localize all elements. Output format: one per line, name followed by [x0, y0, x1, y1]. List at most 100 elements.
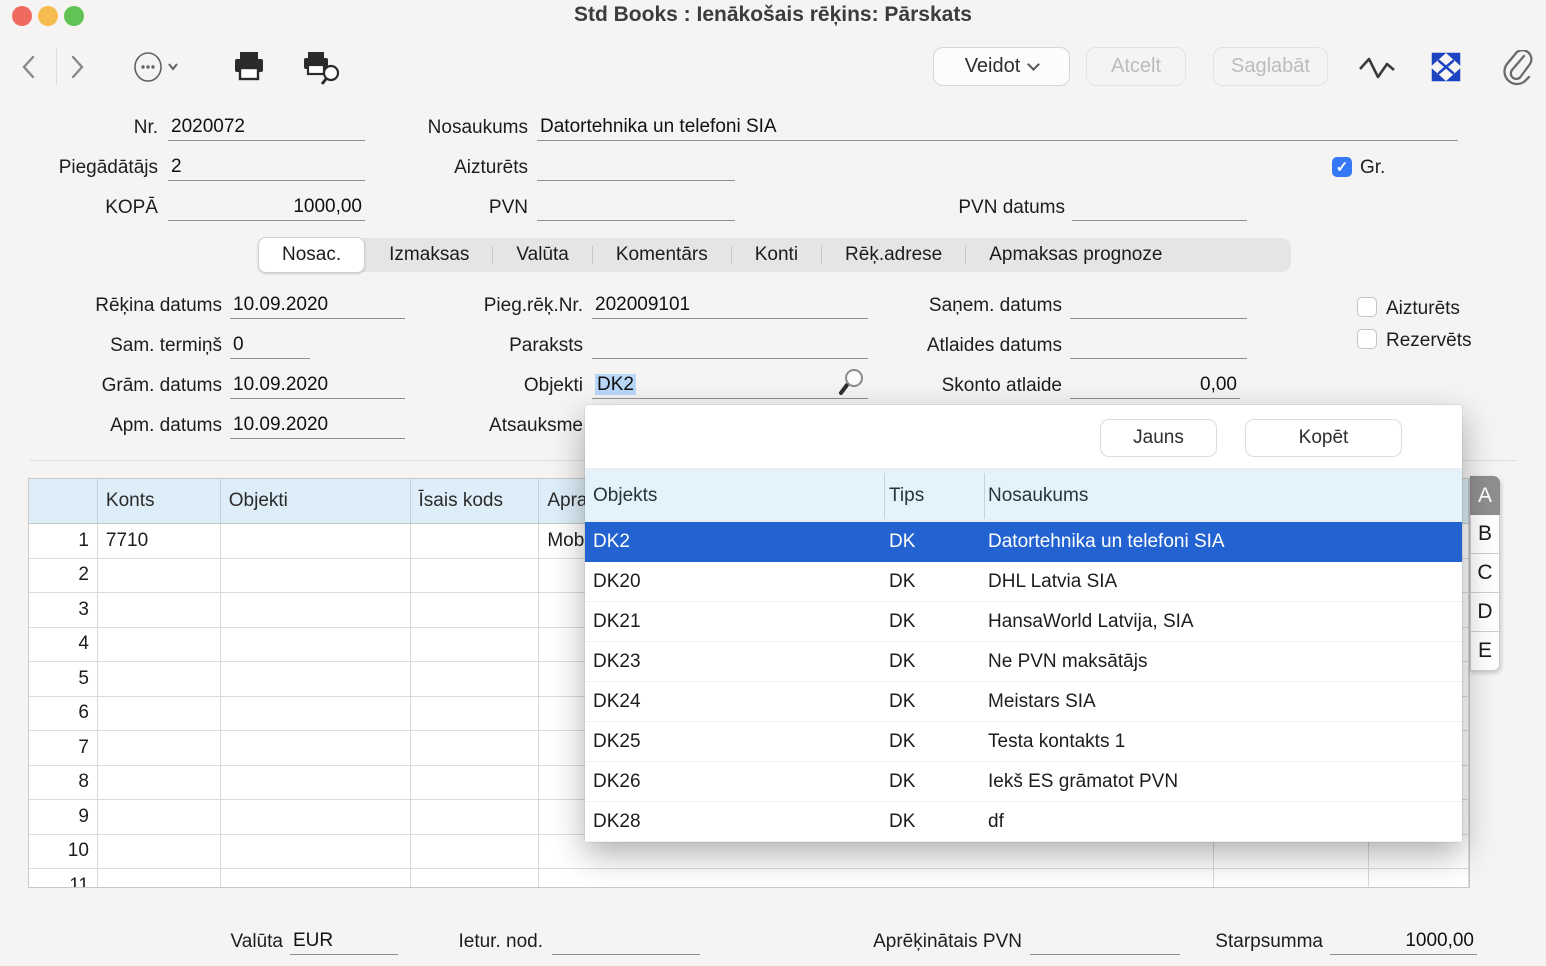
objekti-field-selected-text: DK2 — [595, 374, 636, 395]
expand-icon[interactable] — [1430, 52, 1462, 82]
popup-row-dk25[interactable]: DK25DKTesta kontakts 1 — [585, 722, 1462, 762]
row-number: 4 — [29, 628, 98, 662]
aizturets-checkbox[interactable] — [1357, 297, 1377, 317]
veidot-button[interactable]: Veidot — [933, 47, 1070, 86]
row-cell[interactable] — [221, 869, 411, 888]
sanem-datums-field[interactable] — [1070, 292, 1247, 319]
objekti-paste-special-magnifier-icon[interactable] — [838, 368, 866, 396]
grid-header-konts[interactable]: Konts — [98, 479, 221, 523]
row-cell[interactable] — [539, 869, 1214, 888]
popup-row-dk23[interactable]: DK23DKNe PVN maksātājs — [585, 642, 1462, 682]
pvn-field[interactable] — [537, 194, 735, 221]
tab-konti[interactable]: Konti — [732, 238, 821, 272]
popup-col-nosaukums[interactable]: Nosaukums — [988, 469, 1088, 522]
popup-col-objekts[interactable]: Objekts — [593, 469, 657, 522]
tab-val-ta[interactable]: Valūta — [493, 238, 591, 272]
tab-apmaksas-prognoze[interactable]: Apmaksas prognoze — [966, 238, 1185, 272]
row-cell[interactable] — [411, 559, 540, 593]
saglabat-button[interactable]: Saglabāt — [1213, 47, 1328, 86]
popup-row-dk20[interactable]: DK20DKDHL Latvia SIA — [585, 562, 1462, 602]
row-cell[interactable] — [221, 835, 411, 869]
pvn-datums-field[interactable] — [1072, 194, 1247, 221]
objekti-field[interactable]: DK2 — [592, 372, 868, 399]
grid-header-objekti[interactable]: Objekti — [221, 479, 411, 523]
flip-tab-d[interactable]: D — [1470, 593, 1500, 632]
sam-termins-field[interactable]: 0 — [230, 332, 310, 359]
popup-row-dk28[interactable]: DK28DKdf — [585, 802, 1462, 842]
operations-menu-icon[interactable] — [133, 52, 181, 84]
row-cell[interactable] — [411, 697, 540, 731]
gr-checkbox[interactable]: ✓ — [1332, 157, 1352, 177]
row-cell[interactable] — [98, 766, 221, 800]
forward-button[interactable] — [66, 53, 88, 81]
atlaides-datums-label: Atlaides datums — [830, 332, 1062, 359]
row-cell[interactable] — [411, 628, 540, 662]
row-cell[interactable] — [98, 628, 221, 662]
row-cell[interactable] — [411, 662, 540, 696]
row-cell[interactable] — [221, 559, 411, 593]
jauns-button[interactable]: Jauns — [1100, 419, 1217, 457]
row-cell[interactable] — [221, 662, 411, 696]
popup-cell-tips: DK — [889, 642, 984, 681]
row-cell[interactable] — [411, 766, 540, 800]
popup-cell-nosaukums: DHL Latvia SIA — [988, 562, 1454, 601]
table-row[interactable]: 11 — [29, 869, 1469, 888]
popup-row-dk24[interactable]: DK24DKMeistars SIA — [585, 682, 1462, 722]
atcelt-button[interactable]: Atcelt — [1086, 47, 1186, 86]
flip-tab-a[interactable]: A — [1470, 476, 1500, 515]
row-cell[interactable] — [221, 766, 411, 800]
popup-row-dk21[interactable]: DK21DKHansaWorld Latvija, SIA — [585, 602, 1462, 642]
row-cell[interactable] — [98, 559, 221, 593]
row-cell[interactable] — [221, 697, 411, 731]
row-cell[interactable] — [411, 593, 540, 627]
tab-r-adrese[interactable]: Rēķ.adrese — [822, 238, 965, 272]
pieg-rek-nr-field[interactable]: 202009101 — [592, 292, 868, 319]
row-cell[interactable] — [98, 697, 221, 731]
row-cell[interactable] — [98, 731, 221, 765]
row-cell[interactable] — [411, 731, 540, 765]
row-cell[interactable]: 7710 — [98, 524, 221, 558]
row-cell[interactable] — [98, 593, 221, 627]
row-cell[interactable] — [1369, 869, 1469, 888]
aizturets-field[interactable] — [537, 154, 735, 181]
sam-termins-label: Sam. termiņš — [0, 332, 222, 359]
row-cell[interactable] — [221, 524, 411, 558]
row-cell[interactable] — [221, 593, 411, 627]
tab-nosac-[interactable]: Nosac. — [258, 237, 365, 273]
paraksts-field[interactable] — [592, 332, 868, 359]
atlaides-datums-field[interactable] — [1070, 332, 1247, 359]
back-button[interactable] — [18, 53, 40, 81]
row-cell[interactable] — [1214, 869, 1369, 888]
grid-header--sais-kods[interactable]: Īsais kods — [411, 479, 540, 523]
row-cell[interactable] — [98, 662, 221, 696]
tab-izmaksas[interactable]: Izmaksas — [366, 238, 492, 272]
starpsumma-field[interactable]: 1000,00 — [1330, 928, 1477, 955]
row-cell[interactable] — [411, 835, 540, 869]
row-cell[interactable] — [98, 869, 221, 888]
print-icon[interactable] — [232, 50, 266, 82]
popup-row-dk26[interactable]: DK26DKIekš ES grāmatot PVN — [585, 762, 1462, 802]
popup-col-tips[interactable]: Tips — [889, 469, 924, 522]
row-cell[interactable] — [98, 800, 221, 834]
row-cell[interactable] — [221, 628, 411, 662]
rezervets-checkbox[interactable] — [1357, 329, 1377, 349]
row-cell[interactable] — [221, 731, 411, 765]
attachment-paperclip-icon[interactable] — [1502, 50, 1534, 86]
tab-koment-rs[interactable]: Komentārs — [593, 238, 731, 272]
flip-tab-b[interactable]: B — [1470, 515, 1500, 554]
row-cell[interactable] — [411, 800, 540, 834]
kopet-button[interactable]: Kopēt — [1245, 419, 1402, 457]
activity-icon[interactable] — [1358, 55, 1396, 81]
skonto-atlaide-field[interactable]: 0,00 — [1070, 372, 1240, 399]
flip-tab-e[interactable]: E — [1470, 632, 1500, 671]
ietur-nod-field[interactable] — [552, 928, 700, 955]
flip-tab-c[interactable]: C — [1470, 554, 1500, 593]
row-cell[interactable] — [98, 835, 221, 869]
popup-row-dk2[interactable]: DK2DKDatortehnika un telefoni SIA — [585, 522, 1462, 562]
print-preview-icon[interactable] — [302, 50, 344, 86]
piegadatajs-label: Piegādātājs — [0, 154, 158, 181]
row-cell[interactable] — [221, 800, 411, 834]
row-cell[interactable] — [411, 524, 540, 558]
nosaukums-field[interactable]: Datortehnika un telefoni SIA — [537, 114, 1458, 141]
row-cell[interactable] — [411, 869, 540, 888]
